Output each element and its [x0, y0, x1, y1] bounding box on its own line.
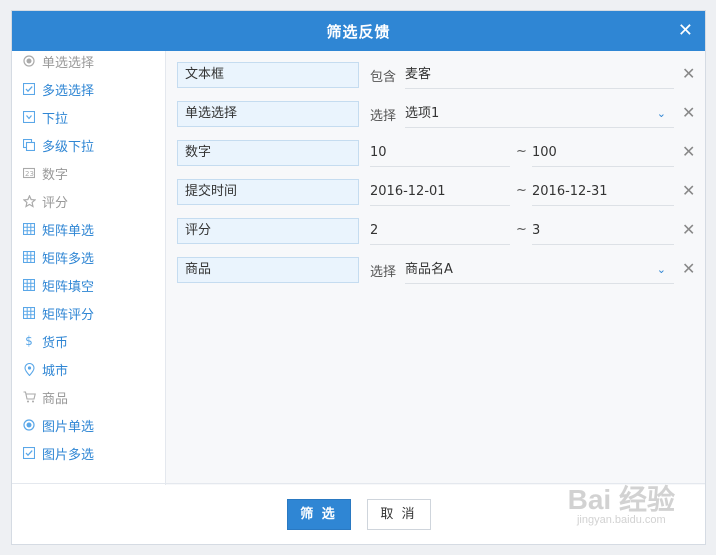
- cart-icon: [22, 390, 36, 404]
- sidebar-item-label: 商品: [42, 391, 69, 407]
- sidebar-item-label: 图片单选: [42, 419, 95, 435]
- location-pin-icon: [22, 362, 36, 376]
- sidebar-item-label: 下拉: [42, 111, 69, 127]
- sidebar-item-matrix-single[interactable]: 矩阵单选: [12, 215, 165, 243]
- close-icon[interactable]: ✕: [678, 20, 693, 41]
- filter-field-label: 文本框: [177, 62, 359, 88]
- matrix-icon: [22, 250, 36, 264]
- sidebar-item-single-choice[interactable]: 单选选择: [12, 47, 165, 75]
- chevron-down-icon: ⌄: [656, 107, 666, 120]
- field-type-sidebar: 单选选择 多选选择 下拉 多级下拉 23 数字 评分 矩阵单选 矩阵多选 矩阵填…: [12, 51, 166, 485]
- sidebar-item-label: 评分: [42, 195, 69, 211]
- sidebar-item-label: 矩阵填空: [42, 279, 95, 295]
- dropdown-icon: [22, 110, 36, 124]
- matrix-icon: [22, 306, 36, 320]
- dialog-body: 单选选择 多选选择 下拉 多级下拉 23 数字 评分 矩阵单选 矩阵多选 矩阵填…: [12, 51, 705, 485]
- sidebar-item-matrix-multi[interactable]: 矩阵多选: [12, 243, 165, 271]
- dialog-footer: 筛 选 取 消 Bai 经验 jingyan.baidu.com: [12, 483, 705, 544]
- filter-operator: 选择: [370, 265, 397, 280]
- range-separator: ~: [516, 222, 527, 237]
- sidebar-item-rating[interactable]: 评分: [12, 187, 165, 215]
- filter-dialog: 筛选反馈 ✕ 单选选择 多选选择 下拉 多级下拉 23 数字 评分 矩阵单选 矩…: [11, 10, 706, 545]
- star-icon: [22, 194, 36, 208]
- checkbox-icon: [22, 446, 36, 460]
- sidebar-item-label: 城市: [42, 363, 69, 379]
- sidebar-item-multi-level-dropdown[interactable]: 多级下拉: [12, 131, 165, 159]
- sidebar-item-image-multi[interactable]: 图片多选: [12, 439, 165, 467]
- filter-field-label: 提交时间: [177, 179, 359, 205]
- watermark-url: jingyan.baidu.com: [576, 514, 666, 526]
- range-from-input[interactable]: 2: [370, 218, 510, 245]
- sidebar-item-label: 矩阵多选: [42, 251, 95, 267]
- range-separator: ~: [516, 144, 527, 159]
- filter-row-number: 数字 10 ~ 100 ✕: [177, 140, 697, 168]
- filter-row-product: 商品 选择 商品名A ⌄ ✕: [177, 257, 697, 285]
- remove-filter-icon[interactable]: ✕: [682, 142, 695, 161]
- dialog-titlebar: 筛选反馈 ✕: [12, 11, 705, 51]
- sidebar-item-dropdown[interactable]: 下拉: [12, 103, 165, 131]
- radio-icon: [22, 54, 36, 68]
- sidebar-item-number[interactable]: 23 数字: [12, 159, 165, 187]
- sidebar-item-currency[interactable]: $ 货币: [12, 327, 165, 355]
- date-from-input[interactable]: 2016-12-01: [370, 179, 510, 206]
- filter-field-label: 商品: [177, 257, 359, 283]
- filter-select-value: 商品名A: [405, 262, 453, 277]
- date-to-input[interactable]: 2016-12-31: [532, 179, 674, 206]
- multi-dropdown-icon: [22, 138, 36, 152]
- sidebar-item-image-single[interactable]: 图片单选: [12, 411, 165, 439]
- chevron-down-icon: ⌄: [656, 263, 666, 276]
- sidebar-item-city[interactable]: 城市: [12, 355, 165, 383]
- matrix-icon: [22, 222, 36, 236]
- remove-filter-icon[interactable]: ✕: [682, 220, 695, 239]
- dialog-title: 筛选反馈: [326, 22, 391, 41]
- filter-select-value: 选项1: [405, 106, 440, 121]
- filter-field-label: 评分: [177, 218, 359, 244]
- checkbox-icon: [22, 82, 36, 96]
- remove-filter-icon[interactable]: ✕: [682, 103, 695, 122]
- filter-panel: 文本框 包含 麦客 ✕ 单选选择 选择 选项1 ⌄ ✕ 数字 10 ~ 100: [166, 51, 705, 485]
- sidebar-item-label: 矩阵评分: [42, 307, 95, 323]
- sidebar-item-label: 多选选择: [42, 83, 95, 99]
- sidebar-item-label: 图片多选: [42, 447, 95, 463]
- sidebar-item-multi-choice[interactable]: 多选选择: [12, 75, 165, 103]
- dollar-icon: $: [25, 334, 33, 348]
- filter-row-text: 文本框 包含 麦客 ✕: [177, 62, 697, 90]
- remove-filter-icon[interactable]: ✕: [682, 259, 695, 278]
- filter-row-rating: 评分 2 ~ 3 ✕: [177, 218, 697, 246]
- sidebar-item-label: 货币: [42, 335, 69, 351]
- number-icon: 23: [22, 166, 36, 180]
- sidebar-item-label: 矩阵单选: [42, 223, 95, 239]
- range-from-input[interactable]: 10: [370, 140, 510, 167]
- remove-filter-icon[interactable]: ✕: [682, 64, 695, 83]
- sidebar-item-product[interactable]: 商品: [12, 383, 165, 411]
- baidu-watermark: Bai 经验 jingyan.baidu.com: [567, 484, 675, 527]
- filter-field-label: 单选选择: [177, 101, 359, 127]
- filter-value-select[interactable]: 商品名A ⌄: [405, 257, 674, 284]
- filter-row-submit-time: 提交时间 2016-12-01 ~ 2016-12-31 ✕: [177, 179, 697, 207]
- svg-text:23: 23: [25, 170, 34, 178]
- filter-row-single-choice: 单选选择 选择 选项1 ⌄ ✕: [177, 101, 697, 129]
- filter-operator: 包含: [370, 70, 397, 85]
- sidebar-item-matrix-rating[interactable]: 矩阵评分: [12, 299, 165, 327]
- filter-confirm-button[interactable]: 筛 选: [286, 498, 351, 530]
- filter-field-label: 数字: [177, 140, 359, 166]
- watermark-logo-text: Bai 经验: [567, 484, 675, 515]
- radio-icon: [22, 418, 36, 432]
- cancel-button[interactable]: 取 消: [366, 498, 431, 530]
- filter-value-input[interactable]: 麦客: [405, 62, 674, 89]
- filter-operator: 选择: [370, 109, 397, 124]
- range-separator: ~: [516, 183, 527, 198]
- sidebar-item-matrix-fill[interactable]: 矩阵填空: [12, 271, 165, 299]
- range-to-input[interactable]: 3: [532, 218, 674, 245]
- remove-filter-icon[interactable]: ✕: [682, 181, 695, 200]
- sidebar-item-label: 多级下拉: [42, 139, 95, 155]
- sidebar-item-label: 单选选择: [42, 55, 95, 71]
- filter-value-select[interactable]: 选项1 ⌄: [405, 101, 674, 128]
- sidebar-item-label: 数字: [42, 167, 69, 183]
- range-to-input[interactable]: 100: [532, 140, 674, 167]
- matrix-icon: [22, 278, 36, 292]
